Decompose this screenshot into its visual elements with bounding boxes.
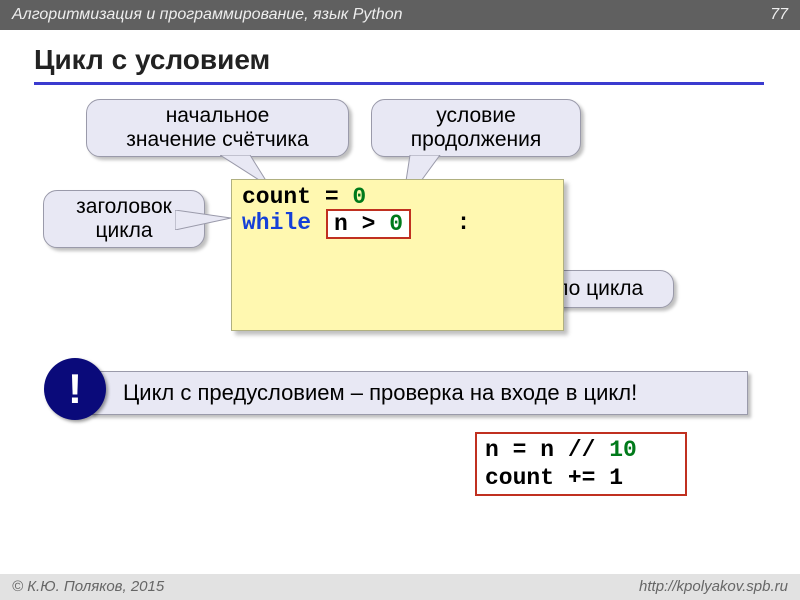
code-cond-text: n > <box>334 211 389 237</box>
slide-title: Цикл с условием <box>34 44 270 76</box>
callout-condition-text: условие продолжения <box>411 104 541 151</box>
footer-url: http://kpolyakov.spb.ru <box>639 574 788 600</box>
page-number: 77 <box>770 0 788 30</box>
code-body-box: n = n // 10 count += 1 <box>475 432 687 496</box>
footer-author: © К.Ю. Поляков, 2015 <box>12 574 164 600</box>
code-colon: : <box>457 210 471 236</box>
code-l1-zero: 0 <box>352 184 366 210</box>
code-l1-text: count = <box>242 184 352 210</box>
code-line-2: while : n > 0 <box>242 210 553 240</box>
callout-condition: условие продолжения <box>371 99 581 157</box>
callout-initial: начальное значение счётчика <box>86 99 349 157</box>
code-keyword-while: while <box>242 210 311 236</box>
slide-footer: © К.Ю. Поляков, 2015 http://kpolyakov.sp… <box>0 574 800 600</box>
code-body1-ten: 10 <box>609 437 637 463</box>
course-title: Алгоритмизация и программирование, язык … <box>12 0 403 30</box>
callout-initial-text: начальное значение счётчика <box>126 104 308 151</box>
code-body1-text: n = n // <box>485 437 609 463</box>
code-condition-box: n > 0 <box>326 209 411 239</box>
code-body-line-2: count += 1 <box>485 464 677 492</box>
callout-loop-header-text: заголовок цикла <box>76 195 172 242</box>
note-text: Цикл с предусловием – проверка на входе … <box>123 380 637 406</box>
code-cond-zero: 0 <box>389 211 403 237</box>
code-body-line-1: n = n // 10 <box>485 436 677 464</box>
callout-loop-header-pointer <box>175 210 235 230</box>
title-underline <box>34 82 764 85</box>
slide-header: Алгоритмизация и программирование, язык … <box>0 0 800 30</box>
code-line-1: count = 0 <box>242 184 553 210</box>
note-icon: ! <box>44 358 106 420</box>
note-bar: Цикл с предусловием – проверка на входе … <box>90 371 748 415</box>
code-block: count = 0 while : n > 0 n = n // 10 coun… <box>231 179 564 331</box>
note-bang: ! <box>68 365 82 413</box>
